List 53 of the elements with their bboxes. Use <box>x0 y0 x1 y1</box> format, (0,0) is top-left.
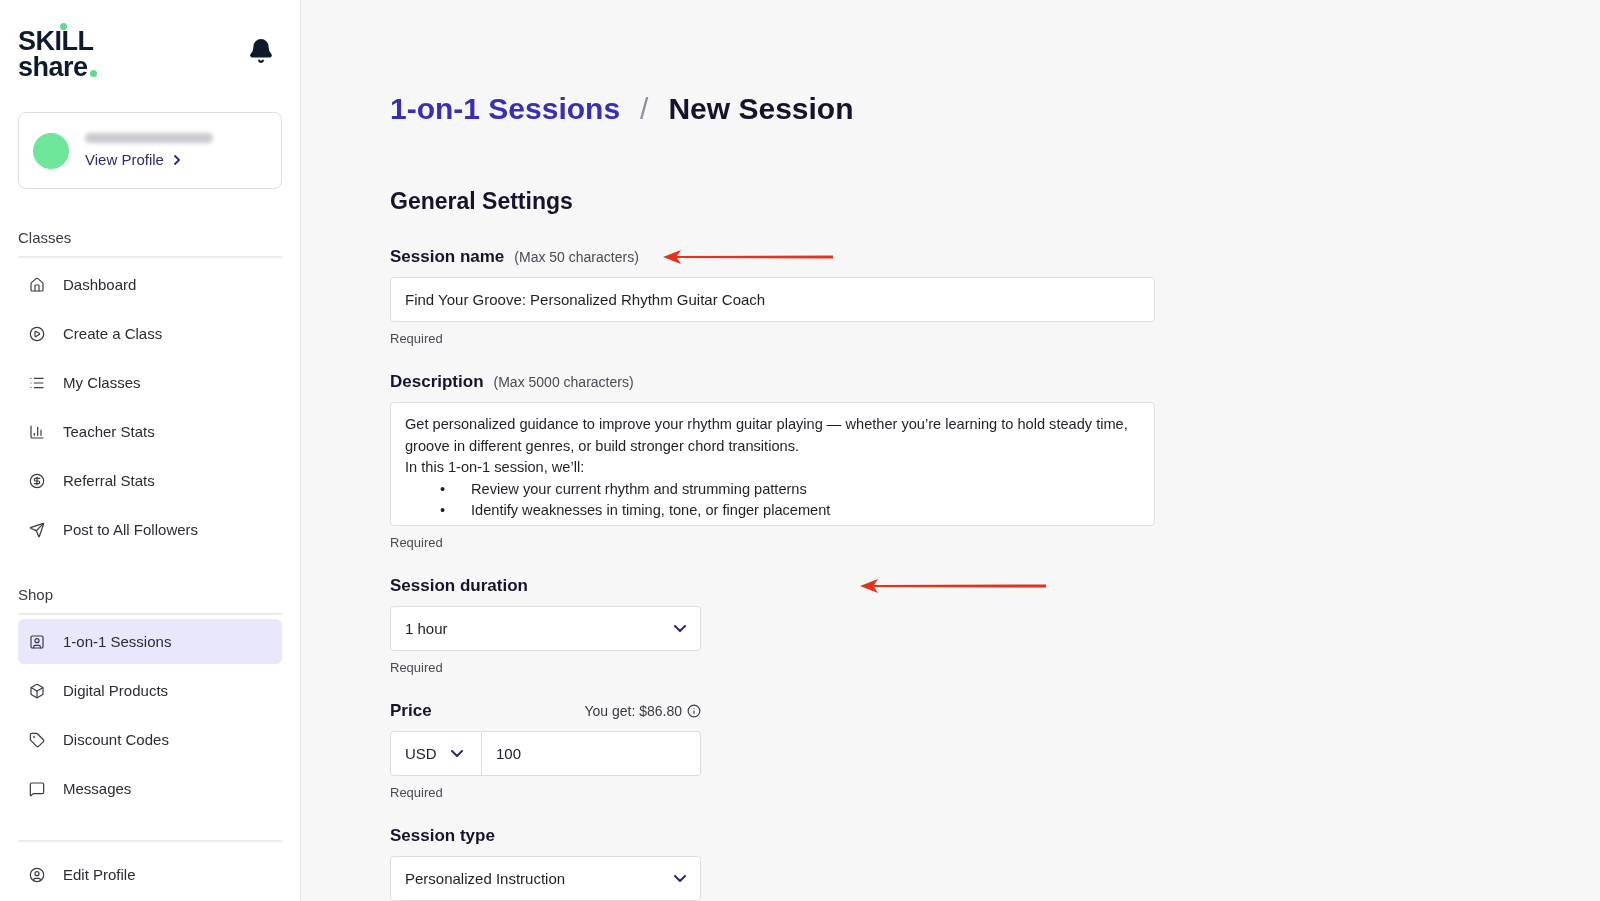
dollar-coin-icon <box>29 472 45 489</box>
sidebar-item[interactable]: Create a Class <box>18 311 282 356</box>
cube-icon <box>29 682 45 699</box>
sidebar-item[interactable]: Teacher Stats <box>18 409 282 454</box>
dropdown-select[interactable]: 1 hour <box>390 606 701 651</box>
house-icon <box>29 276 45 293</box>
bell-icon[interactable] <box>248 38 274 64</box>
field-label: Price <box>390 701 432 721</box>
sidebar-item[interactable]: Edit Profile <box>18 852 282 897</box>
helper-text: Required <box>390 785 444 800</box>
sidebar-item[interactable]: Discount Codes <box>18 717 282 762</box>
chevron-down-icon <box>674 875 686 882</box>
field-label: Session type <box>390 826 495 846</box>
field-label: Session name <box>390 247 505 267</box>
description-textarea[interactable]: Get personalized guidance to improve your rhythm guitar playing — whether you’re learning to hold steady time, groove in different genres, or build stronger chord transitions. In this 1-on-1 session, we’ll: • Review your current rhythm and strumming patterns • Identify weaknesses in timing, tone, or finger placement <box>390 402 1155 526</box>
text-input[interactable]: Find Your Groove: Personalized Rhythm Guitar Coach <box>390 277 1155 322</box>
sidebar-item[interactable]: Dashboard <box>18 262 282 307</box>
helper-text: Required <box>390 331 444 346</box>
field-hint: (Max 5000 characters) <box>493 374 634 390</box>
helper-text: Required <box>390 535 444 550</box>
section-heading: General Settings <box>390 188 574 215</box>
field-label: Description <box>390 372 484 392</box>
section-title: Classes <box>18 229 282 258</box>
sidebar-item[interactable]: My Classes <box>18 360 282 405</box>
sidebar-item[interactable]: 1-on-1 Sessions <box>18 619 282 664</box>
sidebar-item[interactable]: Post to All Followers <box>18 507 282 552</box>
message-icon <box>29 780 45 797</box>
dropdown-select[interactable]: Personalized Instruction <box>390 856 701 901</box>
price-input[interactable]: 100 <box>482 731 701 776</box>
currency-select[interactable]: USD <box>390 731 482 776</box>
page-title: New Session <box>668 92 854 126</box>
field-label: Session duration <box>390 576 528 596</box>
logo[interactable]: SKILL share <box>18 24 97 80</box>
user-circle-icon <box>29 866 45 883</box>
play-circle-icon <box>29 325 45 342</box>
send-icon <box>29 521 45 538</box>
chevron-down-icon <box>450 750 463 757</box>
tag-icon <box>29 731 45 748</box>
sidebar-item[interactable]: Digital Products <box>18 668 282 713</box>
helper-text: Required <box>390 660 444 675</box>
person-card-icon <box>29 633 45 650</box>
chevron-right-icon <box>173 154 180 165</box>
sidebar-item[interactable]: Messages <box>18 766 282 811</box>
section-title: Shop <box>18 586 282 615</box>
sidebar-item[interactable]: Referral Stats <box>18 458 282 503</box>
chevron-down-icon <box>674 625 686 632</box>
field-hint: (Max 50 characters) <box>514 249 639 265</box>
info-icon[interactable] <box>687 704 701 718</box>
breadcrumb-separator: / <box>640 92 649 126</box>
bar-chart-icon <box>29 423 45 440</box>
view-profile-link[interactable]: View Profile <box>85 151 213 168</box>
breadcrumb-link[interactable]: 1-on-1 Sessions <box>390 92 621 126</box>
earnings-text: You get: $86.80 <box>584 703 682 719</box>
